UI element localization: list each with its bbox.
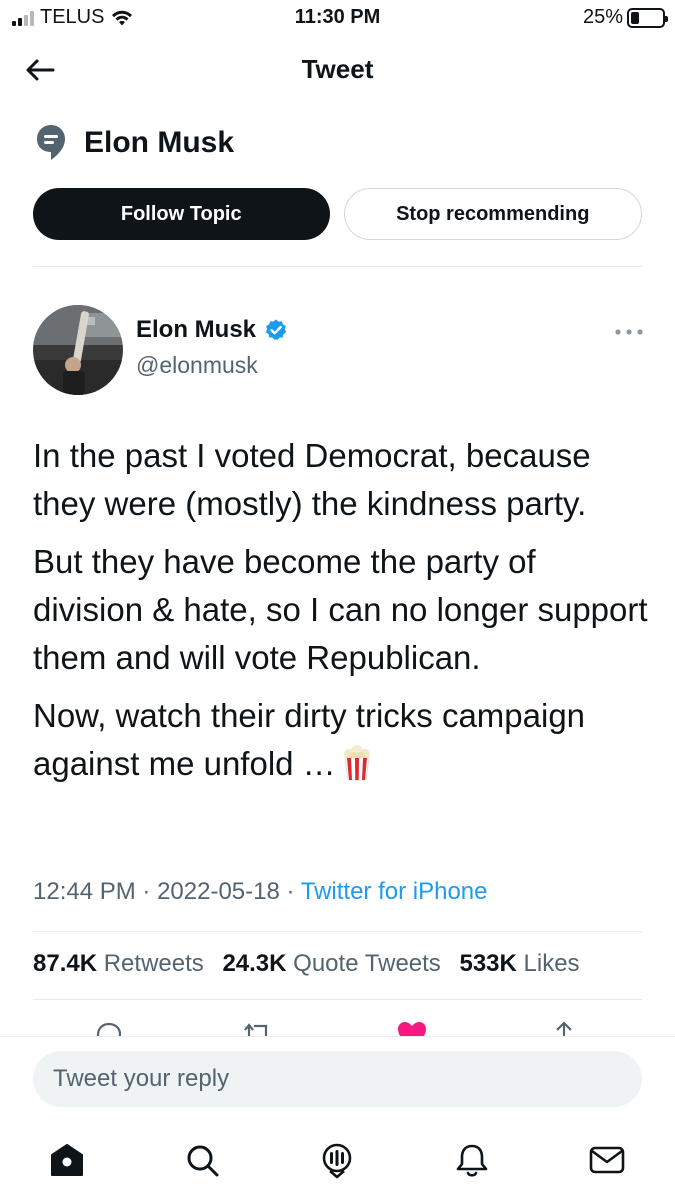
battery-percent: 25%: [582, 6, 623, 28]
divider: [33, 999, 642, 1000]
reply-icon: [96, 1022, 122, 1036]
topic-icon: [37, 125, 65, 160]
reply-input[interactable]: [33, 1051, 642, 1107]
more-dots-icon: [615, 329, 643, 335]
retweets-label: Retweets: [103, 950, 204, 977]
spaces-icon: [322, 1143, 352, 1179]
quotes-count: 24.3K: [222, 950, 287, 977]
stop-recommending-button[interactable]: Stop recommending: [343, 188, 642, 240]
tweet-paragraph-last: Now, watch their dirty tricks campaign a…: [33, 692, 653, 788]
status-time: 11:30 PM: [294, 6, 381, 28]
divider: [33, 931, 642, 932]
reply-button[interactable]: [94, 1020, 124, 1036]
author-name-row[interactable]: Elon Musk: [136, 316, 288, 344]
tweet-paragraph: But they have become the party of divisi…: [33, 543, 648, 676]
tweet-actions: [0, 1016, 675, 1036]
verified-badge-icon: [265, 319, 287, 340]
tweet-source-link[interactable]: Twitter for iPhone: [301, 878, 488, 905]
messages-icon: [589, 1146, 625, 1174]
status-right: 25%: [582, 6, 668, 29]
avatar-image: [33, 305, 123, 395]
tweet-text: In the past I voted Democrat, because th…: [33, 432, 653, 798]
battery-fill: [631, 11, 639, 24]
search-icon: [187, 1145, 219, 1177]
likes-label: Likes: [523, 950, 580, 977]
more-options-button[interactable]: [612, 322, 646, 342]
follow-topic-button[interactable]: Follow Topic: [33, 188, 330, 240]
tab-bar: [0, 1134, 675, 1186]
divider: [33, 266, 642, 267]
topic-actions: Follow Topic Stop recommending: [33, 188, 642, 240]
meta-separator: ·: [142, 878, 151, 905]
tab-messages[interactable]: [585, 1138, 629, 1182]
tweet-date: 2022-05-18: [157, 878, 280, 905]
heart-icon: [398, 1022, 426, 1036]
likes-count: 533K: [459, 950, 517, 977]
share-icon: [556, 1021, 572, 1036]
meta-separator: ·: [286, 878, 295, 905]
home-icon: [51, 1144, 83, 1176]
tab-spaces[interactable]: [315, 1138, 359, 1182]
tweet-stats: 87.4K Retweets 24.3K Quote Tweets 533K L…: [33, 950, 592, 978]
tab-home[interactable]: [45, 1138, 89, 1182]
tweet-time: 12:44 PM: [33, 878, 136, 905]
battery-icon: [627, 7, 668, 28]
tweet-meta: 12:44 PM · 2022-05-18 · Twitter for iPho…: [33, 878, 488, 906]
share-button[interactable]: [550, 1020, 578, 1036]
quotes-stat[interactable]: 24.3K Quote Tweets: [222, 950, 440, 977]
tab-search[interactable]: [180, 1138, 224, 1182]
tweet-paragraph: In the past I voted Democrat, because th…: [33, 437, 591, 522]
page-title: Tweet: [301, 54, 374, 84]
retweet-button[interactable]: [242, 1020, 274, 1036]
retweet-icon: [244, 1023, 268, 1036]
retweets-stat[interactable]: 87.4K Retweets: [33, 950, 204, 977]
likes-stat[interactable]: 533K Likes: [459, 950, 579, 977]
author-handle[interactable]: @elonmusk: [136, 352, 258, 379]
avatar[interactable]: [33, 305, 123, 395]
notifications-icon: [456, 1144, 488, 1177]
tab-notifications[interactable]: [450, 1138, 494, 1182]
quotes-label: Quote Tweets: [293, 950, 441, 977]
popcorn-icon: [343, 745, 370, 781]
nav-header: Tweet: [0, 40, 675, 100]
retweets-count: 87.4K: [33, 950, 98, 977]
tweet-paragraph: Now, watch their dirty tricks campaign a…: [33, 697, 586, 782]
topic-title: Elon Musk: [84, 126, 235, 159]
author-name: Elon Musk: [136, 316, 257, 343]
status-bar: TELUS 11:30 PM 25%: [0, 0, 675, 36]
like-button[interactable]: [396, 1020, 428, 1036]
topic-header: Elon Musk: [36, 124, 234, 162]
